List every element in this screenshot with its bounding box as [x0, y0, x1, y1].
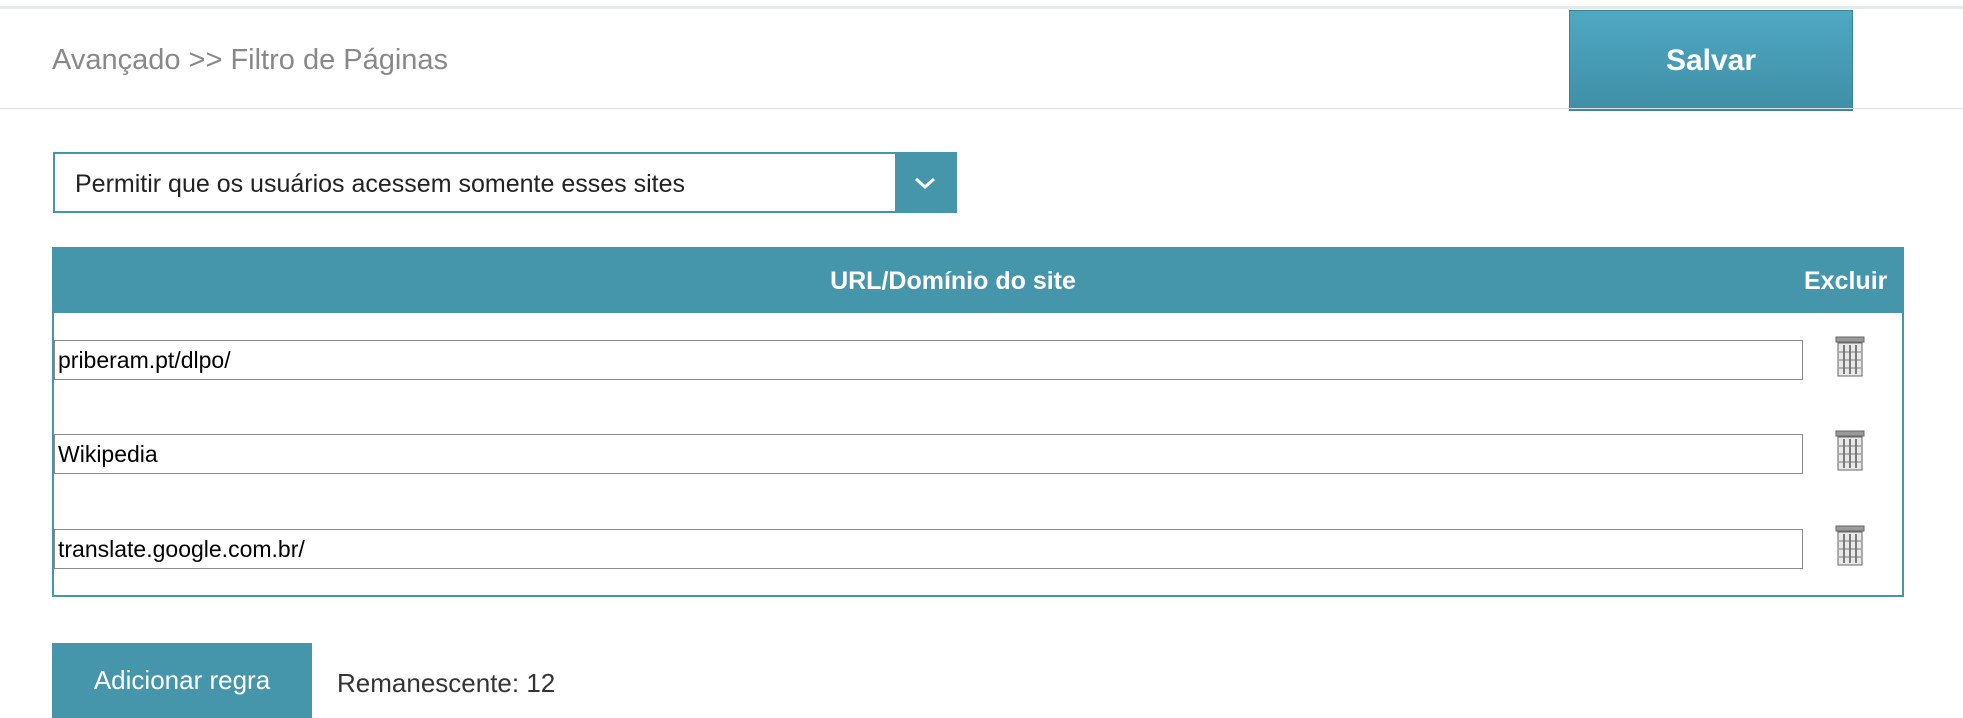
column-header-url: URL/Domínio do site: [830, 267, 1076, 295]
filter-mode-value: Permitir que os usuários acessem somente…: [75, 170, 685, 198]
remaining-count: Remanescente: 12: [337, 668, 556, 698]
rules-table-header: URL/Domínio do site Excluir: [54, 249, 1902, 313]
trash-icon[interactable]: [1834, 335, 1866, 379]
header-divider: [0, 108, 1963, 109]
top-divider: [0, 6, 1963, 9]
rules-table: URL/Domínio do site Excluir: [52, 247, 1904, 597]
filter-mode-select[interactable]: Permitir que os usuários acessem somente…: [53, 152, 957, 213]
rule-url-input[interactable]: [54, 529, 1803, 569]
save-button[interactable]: Salvar: [1569, 10, 1853, 111]
trash-icon[interactable]: [1834, 429, 1866, 473]
rule-url-input[interactable]: [54, 434, 1803, 474]
chevron-down-icon[interactable]: [895, 154, 955, 211]
add-rule-button[interactable]: Adicionar regra: [52, 643, 312, 718]
breadcrumb: Avançado >> Filtro de Páginas: [52, 44, 449, 76]
trash-icon[interactable]: [1834, 524, 1866, 568]
column-header-delete: Excluir: [1804, 267, 1888, 295]
rule-url-input[interactable]: [54, 340, 1803, 380]
